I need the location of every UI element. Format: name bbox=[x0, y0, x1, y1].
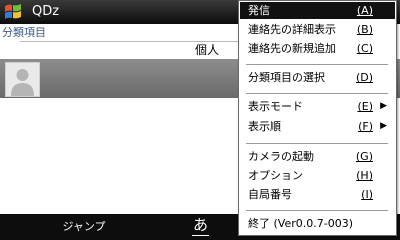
start-button[interactable] bbox=[1, 1, 27, 23]
menu-separator bbox=[246, 210, 388, 211]
menu-item-label: 発信 bbox=[248, 4, 270, 17]
category-label: 分類項目 bbox=[2, 26, 46, 39]
menu-item-label: 連絡先の詳細表示 bbox=[248, 23, 336, 36]
menu-item-label: 終了 (Ver0.0.7-003) bbox=[248, 217, 353, 230]
menu-item-select-category[interactable]: 分類項目の選択 (D) bbox=[240, 69, 395, 86]
menu-item-options[interactable]: オプション (H) bbox=[240, 167, 395, 184]
menu-item-sort-order[interactable]: 表示順 (F) ▶ bbox=[240, 118, 395, 135]
ime-indicator[interactable]: あ bbox=[192, 215, 210, 236]
menu-item-label: カメラの起動 bbox=[248, 150, 314, 163]
submenu-arrow-icon: ▶ bbox=[380, 121, 387, 131]
menu-item-accel: (I) bbox=[361, 188, 373, 201]
menu-separator bbox=[246, 93, 388, 94]
windows-logo-icon bbox=[5, 4, 21, 19]
menu-item-exit[interactable]: 終了 (Ver0.0.7-003) bbox=[240, 215, 395, 232]
menu-item-accel: (D) bbox=[355, 71, 373, 84]
menu-item-label: 自局番号 bbox=[248, 188, 292, 201]
submenu-arrow-icon: ▶ bbox=[380, 101, 387, 111]
menu-item-launch-camera[interactable]: カメラの起動 (G) bbox=[240, 148, 395, 165]
softkey-left-jump[interactable]: ジャンプ bbox=[48, 218, 120, 236]
menu-item-label: 分類項目の選択 bbox=[248, 71, 325, 84]
menu-separator bbox=[246, 64, 388, 65]
menu-item-accel: (F) bbox=[358, 120, 373, 133]
menu-item-accel: (G) bbox=[355, 150, 373, 163]
menu-item-own-number[interactable]: 自局番号 (I) bbox=[240, 186, 395, 203]
menu-item-view-mode[interactable]: 表示モード (E) ▶ bbox=[240, 98, 395, 115]
menu-item-label: 表示順 bbox=[248, 120, 281, 133]
menu-item-accel: (E) bbox=[357, 100, 373, 113]
menu-item-label: 連絡先の新規追加 bbox=[248, 42, 336, 55]
menu-item-dial[interactable]: 発信 (A) bbox=[240, 2, 395, 19]
menu-item-accel: (H) bbox=[356, 169, 373, 182]
context-menu: 発信 (A) 連絡先の詳細表示 (B) 連絡先の新規追加 (C) 分類項目の選択… bbox=[238, 0, 397, 236]
menu-item-label: 表示モード bbox=[248, 100, 303, 113]
menu-separator bbox=[246, 143, 388, 144]
menu-item-new-contact[interactable]: 連絡先の新規追加 (C) bbox=[240, 40, 395, 57]
menu-item-accel: (C) bbox=[356, 42, 373, 55]
contact-avatar-icon bbox=[5, 62, 40, 97]
app-title: QDz bbox=[32, 4, 60, 19]
menu-item-accel: (B) bbox=[356, 23, 373, 36]
menu-item-label: オプション bbox=[248, 169, 303, 182]
menu-item-accel: (A) bbox=[356, 4, 373, 17]
menu-item-contact-details[interactable]: 連絡先の詳細表示 (B) bbox=[240, 21, 395, 38]
